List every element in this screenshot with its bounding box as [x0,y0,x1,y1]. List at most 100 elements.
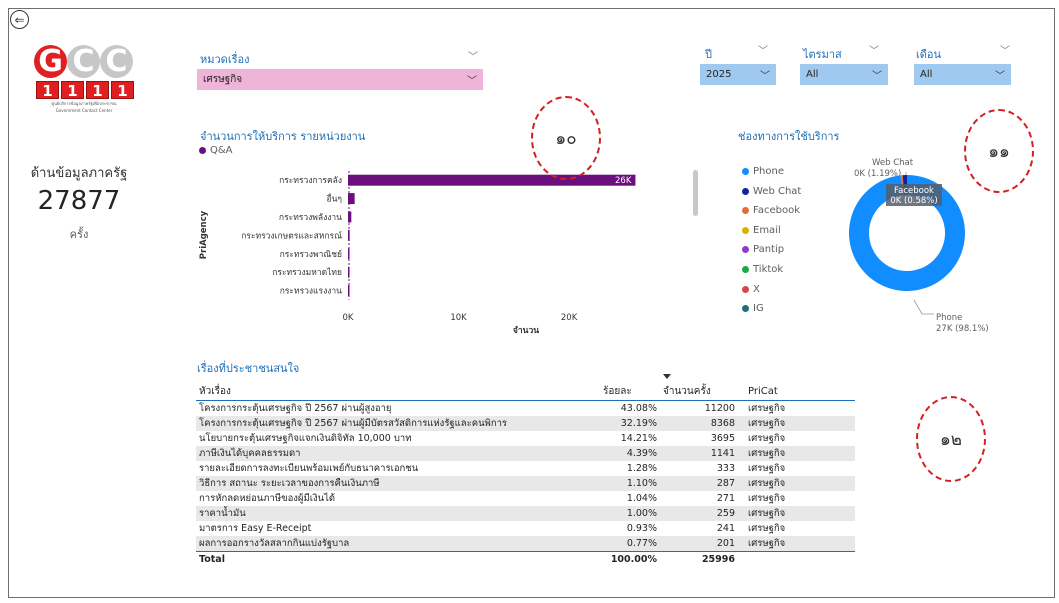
y-axis-title: PriAgency [199,210,209,259]
logo-subtitle-en: Government Contact Center [55,108,113,113]
sort-desc-icon[interactable] [663,374,671,379]
donut-legend-item[interactable]: IG [742,303,801,314]
column-header-percent[interactable]: ร้อยละ [600,384,660,400]
count-cell: 11200 [704,402,735,414]
month-dropdown[interactable]: All ﹀ [914,64,1011,85]
total-empty [738,550,855,568]
month-selected: All [920,69,933,80]
slice-label-name: Phone [936,313,962,323]
count-cell: 271 [716,492,735,504]
topic-cell: รายละเอียดการลงทะเบียนพร้อมเพย์กับธนาคาร… [199,462,419,474]
donut-legend-label: Facebook [753,205,800,217]
bar-chart-title: จำนวนการให้บริการ รายหน่วยงาน [200,130,366,143]
donut-legend-label: Email [753,224,781,236]
table-row[interactable]: โครงการกระตุ้นเศรษฐกิจ ปี 2567 ผ่านผู้สู… [196,400,855,416]
x-tick-label: 10K [450,313,467,323]
year-filter-label: ปี [705,48,712,61]
table-row[interactable]: นโยบายกระตุ้นเศรษฐกิจแจกเงินดิจิทัล 10,0… [196,431,855,446]
stamp-12: ๑๒ [916,396,986,482]
column-header-count[interactable]: จำนวนครั้ง [660,384,738,400]
logo-digit: 1 [111,81,134,100]
donut-legend-item[interactable]: Pantip [742,244,801,255]
donut-legend-item[interactable]: Email [742,225,801,236]
category-dropdown[interactable]: เศรษฐกิจ ﹀ [197,69,483,90]
donut-legend-item[interactable]: Facebook [742,205,801,216]
donut-legend-label: Web Chat [753,185,802,197]
donut-legend-item[interactable]: Phone [742,166,801,177]
donut-legend-item[interactable]: X [742,284,801,295]
chevron-down-icon[interactable]: ﹀ [869,42,879,57]
back-arrow-icon[interactable]: ⇐ [10,10,29,29]
legend-dot [742,168,749,175]
count-cell: 8368 [660,415,738,431]
tooltip-name: Facebook [894,186,934,196]
donut-legend-item[interactable]: Tiktok [742,264,801,275]
category-label: กระทรวงพลังงาน [279,213,342,223]
logo-digit: 1 [86,81,109,100]
topic-cell: โครงการกระตุ้นเศรษฐกิจ ปี 2567 ผ่านผู้สู… [199,402,392,414]
category-label: กระทรวงแรงงาน [280,287,342,297]
table-row[interactable]: รายละเอียดการลงทะเบียนพร้อมเพย์กับธนาคาร… [196,461,855,476]
quarter-filter-label: ไตรมาส [803,48,842,61]
bar [348,211,352,223]
chevron-down-icon[interactable]: ﹀ [758,42,768,57]
legend-dot [742,305,749,313]
table-row[interactable]: การหักลดหย่อนภาษีของผู้มีเงินได้ 1.04% 271… [196,491,855,506]
chart-scrollbar[interactable] [693,170,698,216]
legend-dot [742,246,749,254]
year-dropdown[interactable]: 2025 ﹀ [700,64,776,85]
table-row[interactable]: มาตรการ Easy E-Receipt 0.93% 241 เศรษฐกิจ [196,521,855,536]
pricat-cell: เศรษฐกิจ [738,475,855,491]
legend-dot [742,207,749,215]
pricat-cell: เศรษฐกิจ [748,432,786,444]
quarter-selected: All [806,69,819,80]
table-row[interactable]: ภาษีเงินได้บุคคลธรรมดา 4.39% 1141 เศรษฐกิจ [196,445,855,461]
topic-cell: โครงการกระตุ้นเศรษฐกิจ ปี 2567 ผ่านผู้มี… [196,415,600,431]
pricat-cell: เศรษฐกิจ [748,402,786,414]
table-total-row: Total 100.00% 25996 [196,550,855,568]
bar-legend-item[interactable]: Q&A [199,145,233,156]
quarter-dropdown[interactable]: All ﹀ [800,64,888,85]
topic-cell: การหักลดหย่อนภาษีของผู้มีเงินได้ [199,492,336,504]
count-cell: 333 [716,462,735,474]
column-header-topic[interactable]: หัวเรื่อง [196,384,600,400]
tooltip-value: 0K (0.58%) [890,196,937,206]
donut-legend-item[interactable]: Web Chat [742,186,801,197]
chevron-down-icon[interactable]: ﹀ [1000,42,1010,57]
total-count: 25996 [660,550,738,568]
legend-dot [742,265,749,273]
table-row[interactable]: ผลการออกรางวัลสลากกินแบ่งรัฐบาล 0.77% 201 เ… [196,535,855,551]
count-cell: 287 [660,475,738,491]
bar [348,174,636,186]
category-label: กระทรวงการคลัง [279,176,342,186]
category-filter-label: หมวดเรื่อง [200,53,250,66]
table-row[interactable]: โครงการกระตุ้นเศรษฐกิจ ปี 2567 ผ่านผู้มี… [196,415,855,431]
column-header-pricat[interactable]: PriCat [738,384,855,400]
stamp-11: ๑๑ [964,109,1034,193]
table-row[interactable]: วิธีการ สถานะ ระยะเวลาของการคืนเงินภาษี 1… [196,475,855,491]
slice-label-name: Web Chat [872,158,914,168]
logo-letter: C [100,44,133,79]
x-tick-label: 0K [343,313,354,323]
percent-cell: 1.28% [626,462,657,474]
donut-legend-label: Tiktok [753,263,784,275]
pricat-cell: เศรษฐกิจ [748,492,786,504]
chevron-down-icon[interactable]: ﹀ [468,48,478,63]
donut-legend: Phone Web Chat Facebook Email Pantip Tiktok X I… [742,166,801,314]
category-label: กระทรวงพาณิชย์ [280,249,342,260]
pricat-cell: เศรษฐกิจ [738,505,855,521]
x-tick-label: 20K [561,313,578,323]
gcc-logo: G C C 1 1 1 1 ศูนย์บริการข้อมูลภาครัฐเพื… [34,44,134,113]
topics-table: หัวเรื่อง ร้อยละ จำนวนครั้ง PriCat โครงก… [196,384,855,568]
table-row[interactable]: ราคาน้ำมัน 1.00% 259 เศรษฐกิจ [196,505,855,521]
topic-cell: นโยบายกระตุ้นเศรษฐกิจแจกเงินดิจิทัล 10,0… [199,432,412,444]
percent-cell: 0.77% [600,535,660,551]
kpi-unit: ครั้ง [69,228,89,241]
bar [348,248,350,260]
pricat-cell: เศรษฐกิจ [738,445,855,461]
topic-cell: มาตรการ Easy E-Receipt [199,522,312,534]
count-cell: 259 [660,505,738,521]
slice-label-value: 27K (98.1%) [936,324,989,334]
bar [348,193,355,205]
category-label: กระทรวงมหาดไทย [272,267,342,278]
